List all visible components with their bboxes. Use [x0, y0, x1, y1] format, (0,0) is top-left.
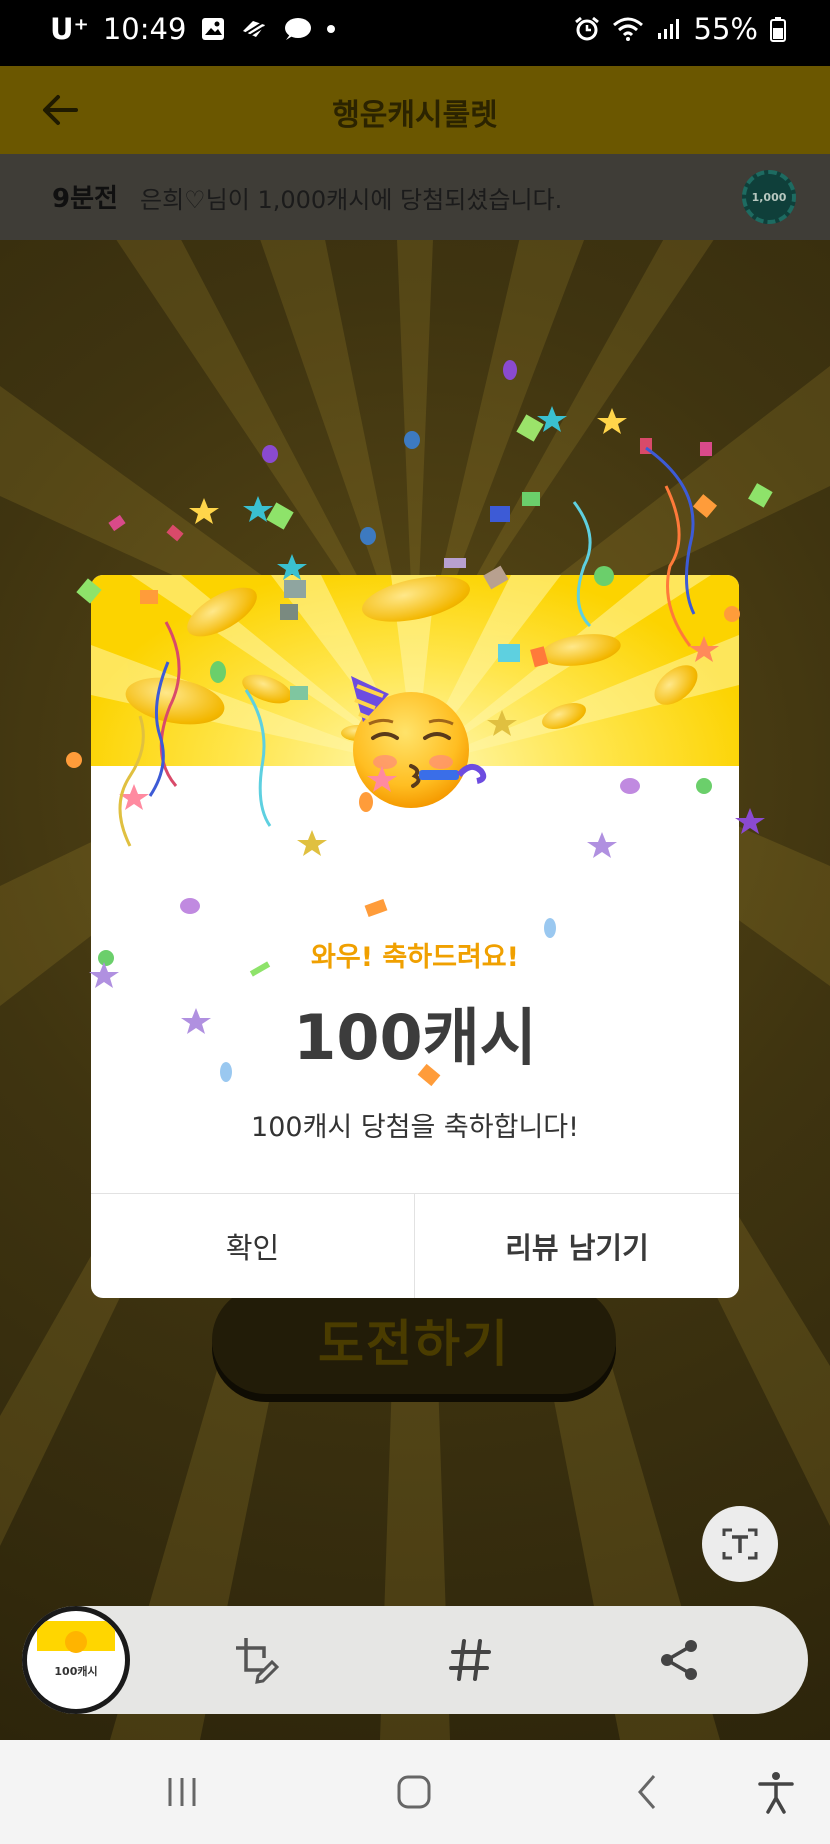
- page-title: 행운캐시룰렛: [332, 98, 498, 133]
- chevron-left-icon: [638, 1775, 656, 1809]
- clock: 10:49: [102, 12, 187, 46]
- confirm-button-label: 확인: [225, 1231, 280, 1265]
- hashtag-button[interactable]: [440, 1630, 500, 1690]
- roulette-screen: 행운캐시룰렛 9분전 은희♡님이 1,000캐시에 당첨되셨습니다. 1,000…: [0, 66, 830, 1740]
- battery-percent: 55%: [693, 12, 758, 46]
- ticker-time: 9분전: [52, 184, 118, 214]
- more-notifications-dot-icon: [326, 24, 336, 34]
- crop-edit-button[interactable]: [226, 1630, 286, 1690]
- status-bar: U⁺ 10:49 55%: [0, 0, 830, 66]
- accessibility-icon: [758, 1772, 794, 1814]
- ticker-message: 은희♡님이 1,000캐시에 당첨되셨습니다.: [140, 186, 563, 214]
- coin-badge-label: 1,000: [751, 190, 787, 204]
- app-notification-icon: [240, 17, 268, 41]
- cash-coin-badge: 1,000: [742, 170, 796, 224]
- thumbnail-text: 100캐시: [54, 1665, 98, 1678]
- confirm-button[interactable]: 확인: [91, 1194, 415, 1298]
- app-bar: 행운캐시룰렛: [0, 66, 830, 154]
- party-face-emoji-icon: [351, 676, 487, 808]
- extract-text-button[interactable]: [702, 1506, 778, 1582]
- home-icon: [397, 1775, 431, 1809]
- recent-apps-icon: [168, 1778, 196, 1806]
- signal-icon: [656, 17, 682, 41]
- winner-ticker: 9분전 은희♡님이 1,000캐시에 당첨되셨습니다. 1,000: [0, 154, 830, 240]
- dialog-amount: 100캐시: [293, 1001, 537, 1074]
- screenshot-thumbnail[interactable]: 100캐시: [22, 1606, 130, 1714]
- challenge-button[interactable]: 도전하기: [212, 1286, 616, 1394]
- alarm-icon: [574, 16, 600, 42]
- back-nav-button[interactable]: [618, 1764, 678, 1820]
- challenge-button-label: 도전하기: [318, 1315, 510, 1373]
- recent-apps-button[interactable]: [152, 1764, 212, 1820]
- chat-notification-icon: [282, 16, 312, 42]
- wifi-icon: [612, 16, 644, 42]
- screenshot-toolbar: 100캐시: [22, 1606, 808, 1714]
- leave-review-button-label: 리뷰 남기기: [505, 1231, 649, 1265]
- leave-review-button[interactable]: 리뷰 남기기: [415, 1194, 739, 1298]
- text-scan-icon: [722, 1528, 758, 1560]
- accessibility-button[interactable]: [746, 1764, 806, 1820]
- dialog-subtitle: 와우! 축하드려요!: [311, 942, 519, 973]
- system-navigation-bar: [0, 1740, 830, 1844]
- dialog-message: 100캐시 당첨을 축하합니다!: [251, 1112, 579, 1143]
- share-button[interactable]: [650, 1630, 710, 1690]
- share-icon: [661, 1640, 697, 1680]
- crop-edit-icon: [236, 1638, 280, 1684]
- hashtag-icon: [449, 1639, 491, 1681]
- home-button[interactable]: [384, 1764, 444, 1820]
- carrier-label: U⁺: [50, 12, 89, 46]
- gallery-notification-icon: [200, 16, 226, 42]
- win-dialog: 와우! 축하드려요! 100캐시 100캐시 당첨을 축하합니다! 확인 리뷰 …: [91, 575, 739, 1298]
- battery-icon: [770, 16, 786, 42]
